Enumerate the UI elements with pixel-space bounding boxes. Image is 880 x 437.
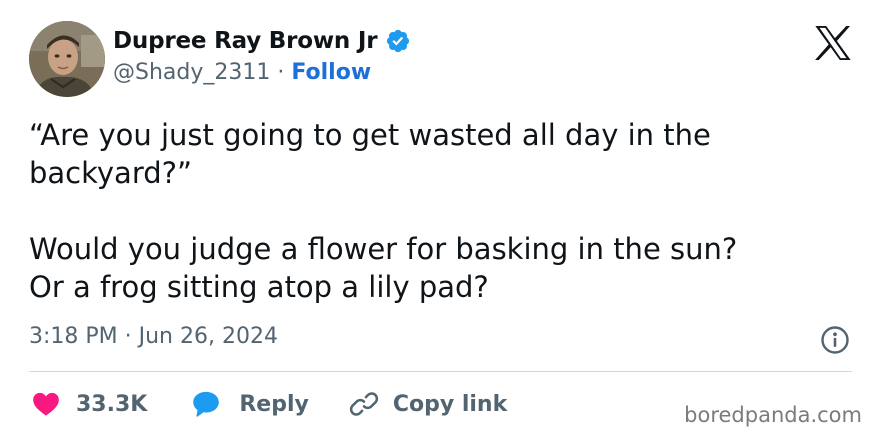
avatar[interactable] bbox=[29, 21, 105, 97]
info-icon[interactable] bbox=[820, 325, 850, 355]
like-count: 33.3K bbox=[76, 391, 148, 417]
copy-link-button[interactable]: Copy link bbox=[349, 389, 507, 419]
tweet-line-1: “Are you just going to get wasted all da… bbox=[29, 118, 711, 152]
x-logo-icon[interactable] bbox=[814, 26, 852, 60]
reply-button[interactable]: Reply bbox=[191, 390, 309, 418]
reply-label: Reply bbox=[239, 391, 309, 417]
profile-photo bbox=[29, 21, 105, 97]
tweet-line-2: backyard?” bbox=[29, 156, 193, 190]
like-button[interactable]: 33.3K bbox=[32, 391, 147, 417]
author-name-row: Dupree Ray Brown Jr bbox=[113, 28, 411, 54]
watermark: boredpanda.com bbox=[684, 403, 862, 427]
reply-bubble-icon bbox=[193, 391, 220, 417]
handle-row: @Shady_2311 · Follow bbox=[113, 60, 371, 85]
tweet-line-3: Would you judge a flower for basking in … bbox=[29, 232, 738, 266]
author-name[interactable]: Dupree Ray Brown Jr bbox=[113, 28, 378, 54]
action-bar: 33.3K Reply Copy link bbox=[32, 388, 507, 420]
divider bbox=[29, 371, 852, 372]
verified-badge-icon bbox=[387, 29, 410, 53]
heart-icon bbox=[33, 392, 59, 416]
tweet-timestamp[interactable]: 3:18 PM · Jun 26, 2024 bbox=[29, 324, 278, 349]
author-handle[interactable]: @Shady_2311 bbox=[113, 60, 270, 85]
tweet-text: “Are you just going to get wasted all da… bbox=[29, 116, 859, 306]
copy-link-label: Copy link bbox=[392, 391, 508, 417]
follow-button[interactable]: Follow bbox=[291, 60, 371, 85]
tweet-line-4: Or a frog sitting atop a lily pad? bbox=[29, 270, 489, 304]
link-icon bbox=[349, 392, 378, 416]
separator-dot: · bbox=[277, 60, 285, 85]
